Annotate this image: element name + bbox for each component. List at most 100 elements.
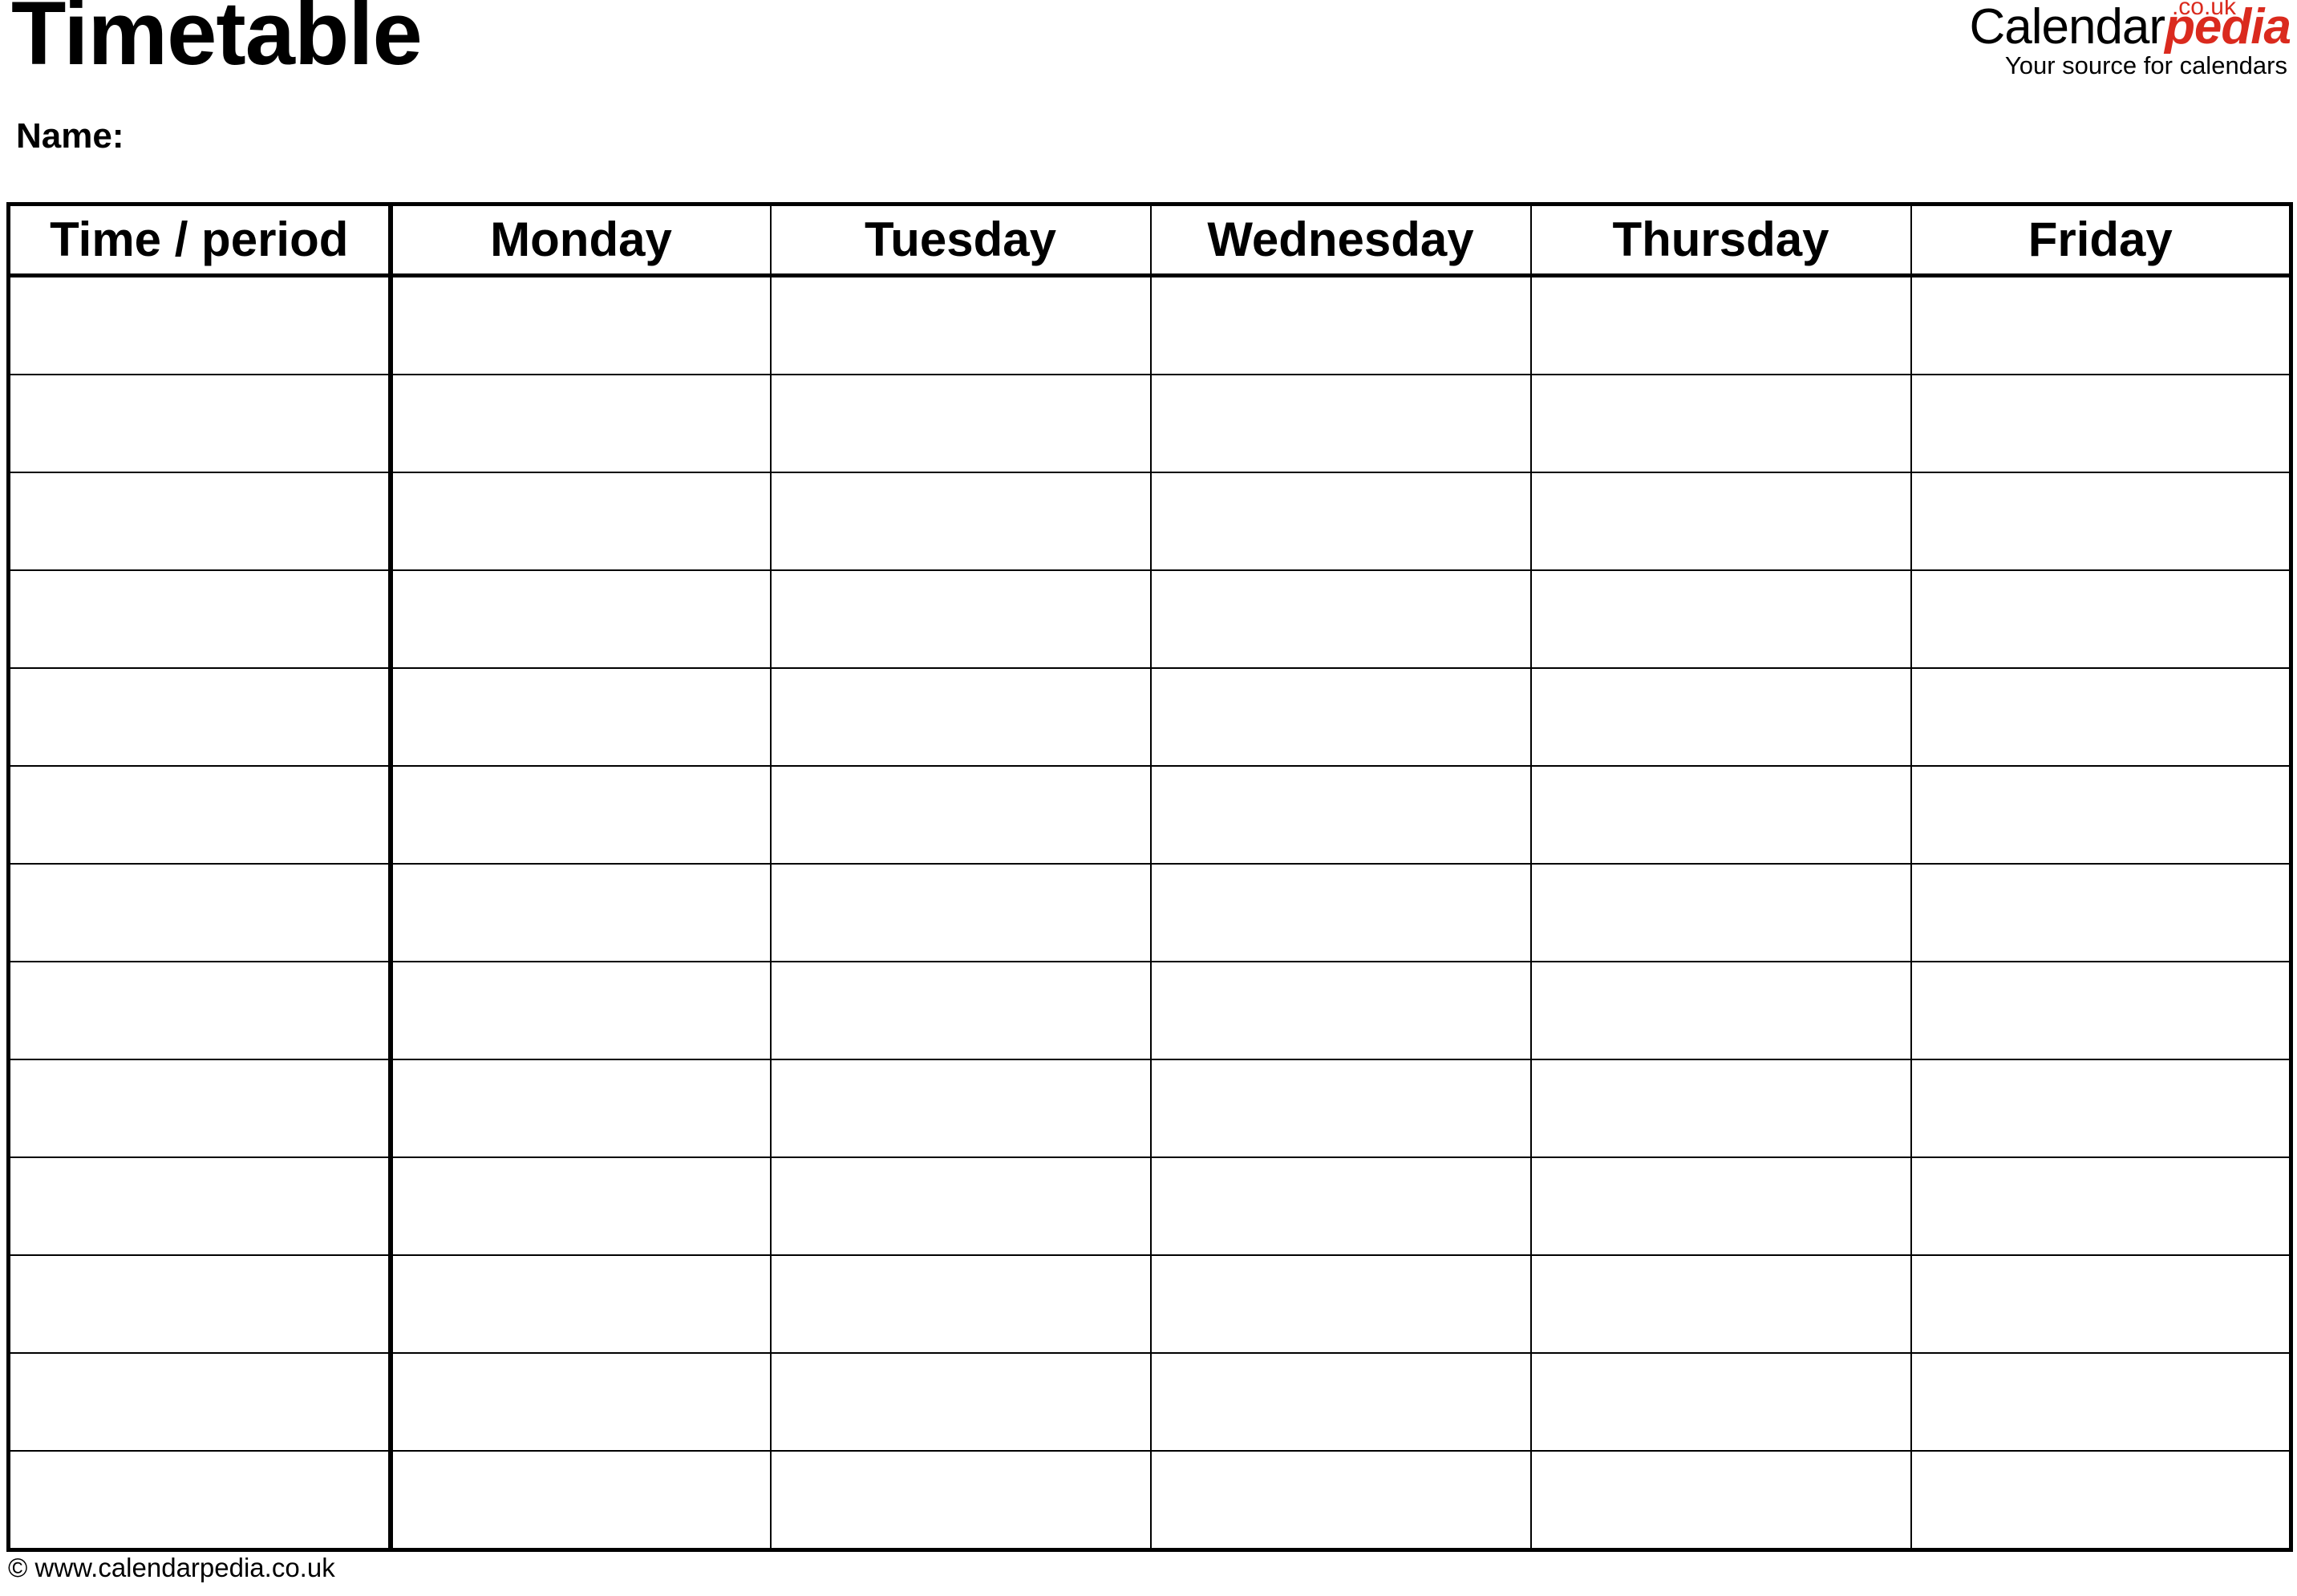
logo-tld: .co.uk	[2171, 0, 2236, 20]
cell-thursday[interactable]	[1530, 962, 1912, 1060]
page-title: Timetable	[11, 0, 423, 83]
cell-tuesday[interactable]	[770, 1451, 1152, 1550]
cell-wednesday[interactable]	[1150, 962, 1532, 1060]
column-header-friday: Friday	[1910, 204, 2291, 277]
cell-thursday[interactable]	[1530, 375, 1912, 473]
timetable-head: Time / period Monday Tuesday Wednesday T…	[8, 204, 2291, 277]
cell-wednesday[interactable]	[1150, 275, 1532, 375]
cell-monday[interactable]	[390, 375, 772, 473]
cell-monday[interactable]	[390, 1451, 772, 1550]
page-header: Timetable Name: Calendarpedia .co.uk You…	[0, 0, 2297, 202]
cell-time-period[interactable]	[8, 375, 393, 473]
table-row	[8, 472, 2291, 571]
cell-tuesday[interactable]	[770, 570, 1152, 669]
cell-monday[interactable]	[390, 472, 772, 571]
cell-monday[interactable]	[390, 766, 772, 865]
table-row	[8, 962, 2291, 1060]
cell-monday[interactable]	[390, 1157, 772, 1256]
cell-time-period[interactable]	[8, 864, 393, 962]
cell-monday[interactable]	[390, 1059, 772, 1158]
cell-tuesday[interactable]	[770, 1255, 1152, 1354]
cell-wednesday[interactable]	[1150, 1157, 1532, 1256]
cell-wednesday[interactable]	[1150, 1059, 1532, 1158]
cell-tuesday[interactable]	[770, 1353, 1152, 1452]
cell-monday[interactable]	[390, 275, 772, 375]
cell-friday[interactable]	[1910, 1353, 2291, 1452]
cell-wednesday[interactable]	[1150, 472, 1532, 571]
column-header-time-period: Time / period	[8, 204, 393, 277]
cell-monday[interactable]	[390, 1255, 772, 1354]
cell-time-period[interactable]	[8, 1059, 393, 1158]
table-row	[8, 1059, 2291, 1158]
cell-wednesday[interactable]	[1150, 1255, 1532, 1354]
table-row	[8, 766, 2291, 865]
cell-friday[interactable]	[1911, 1451, 2291, 1550]
cell-time-period[interactable]	[8, 962, 393, 1060]
cell-thursday[interactable]	[1530, 1255, 1912, 1354]
cell-tuesday[interactable]	[770, 864, 1152, 962]
cell-friday[interactable]	[1910, 766, 2291, 865]
cell-thursday[interactable]	[1530, 1353, 1912, 1452]
cell-friday[interactable]	[1910, 275, 2291, 375]
cell-tuesday[interactable]	[770, 472, 1152, 571]
table-row	[8, 864, 2291, 962]
cell-tuesday[interactable]	[770, 962, 1152, 1060]
cell-thursday[interactable]	[1530, 1451, 1912, 1550]
cell-time-period[interactable]	[8, 570, 393, 669]
cell-monday[interactable]	[390, 668, 772, 767]
cell-time-period[interactable]	[8, 1157, 393, 1256]
cell-time-period[interactable]	[8, 766, 393, 865]
cell-thursday[interactable]	[1530, 570, 1912, 669]
cell-monday[interactable]	[390, 570, 772, 669]
table-row	[8, 1451, 2291, 1550]
cell-tuesday[interactable]	[770, 766, 1152, 865]
cell-tuesday[interactable]	[770, 275, 1152, 375]
cell-thursday[interactable]	[1530, 472, 1912, 571]
cell-friday[interactable]	[1910, 864, 2291, 962]
cell-tuesday[interactable]	[770, 668, 1152, 767]
cell-tuesday[interactable]	[770, 1157, 1152, 1256]
cell-friday[interactable]	[1910, 668, 2291, 767]
cell-wednesday[interactable]	[1150, 864, 1532, 962]
cell-wednesday[interactable]	[1150, 766, 1532, 865]
cell-wednesday[interactable]	[1150, 1353, 1532, 1452]
cell-time-period[interactable]	[8, 1451, 393, 1550]
table-row	[8, 1255, 2291, 1354]
cell-wednesday[interactable]	[1150, 668, 1532, 767]
cell-thursday[interactable]	[1530, 668, 1912, 767]
cell-friday[interactable]	[1910, 472, 2291, 571]
cell-thursday[interactable]	[1530, 275, 1912, 375]
cell-time-period[interactable]	[8, 275, 393, 375]
cell-monday[interactable]	[390, 962, 772, 1060]
cell-wednesday[interactable]	[1150, 1451, 1532, 1550]
cell-time-period[interactable]	[8, 1353, 393, 1452]
timetable-grid: Time / period Monday Tuesday Wednesday T…	[6, 202, 2293, 1552]
timetable-body	[8, 275, 2291, 1550]
cell-wednesday[interactable]	[1150, 375, 1532, 473]
cell-thursday[interactable]	[1530, 864, 1912, 962]
table-row	[8, 570, 2291, 669]
cell-tuesday[interactable]	[770, 1059, 1152, 1158]
cell-time-period[interactable]	[8, 668, 393, 767]
cell-thursday[interactable]	[1530, 766, 1912, 865]
table-row	[8, 275, 2291, 375]
cell-friday[interactable]	[1910, 1059, 2291, 1158]
cell-thursday[interactable]	[1530, 1059, 1912, 1158]
cell-time-period[interactable]	[8, 472, 393, 571]
cell-monday[interactable]	[390, 1353, 772, 1452]
cell-friday[interactable]	[1910, 1255, 2291, 1354]
column-header-monday: Monday	[390, 204, 772, 277]
column-header-wednesday: Wednesday	[1150, 204, 1532, 277]
cell-monday[interactable]	[390, 864, 772, 962]
cell-wednesday[interactable]	[1150, 570, 1532, 669]
cell-friday[interactable]	[1910, 570, 2291, 669]
cell-friday[interactable]	[1910, 1157, 2291, 1256]
table-row	[8, 1157, 2291, 1256]
cell-friday[interactable]	[1910, 962, 2291, 1060]
cell-friday[interactable]	[1910, 375, 2291, 473]
cell-thursday[interactable]	[1530, 1157, 1912, 1256]
table-row	[8, 668, 2291, 767]
cell-tuesday[interactable]	[770, 375, 1152, 473]
cell-time-period[interactable]	[8, 1255, 393, 1354]
timetable-container: Time / period Monday Tuesday Wednesday T…	[6, 202, 2293, 1552]
